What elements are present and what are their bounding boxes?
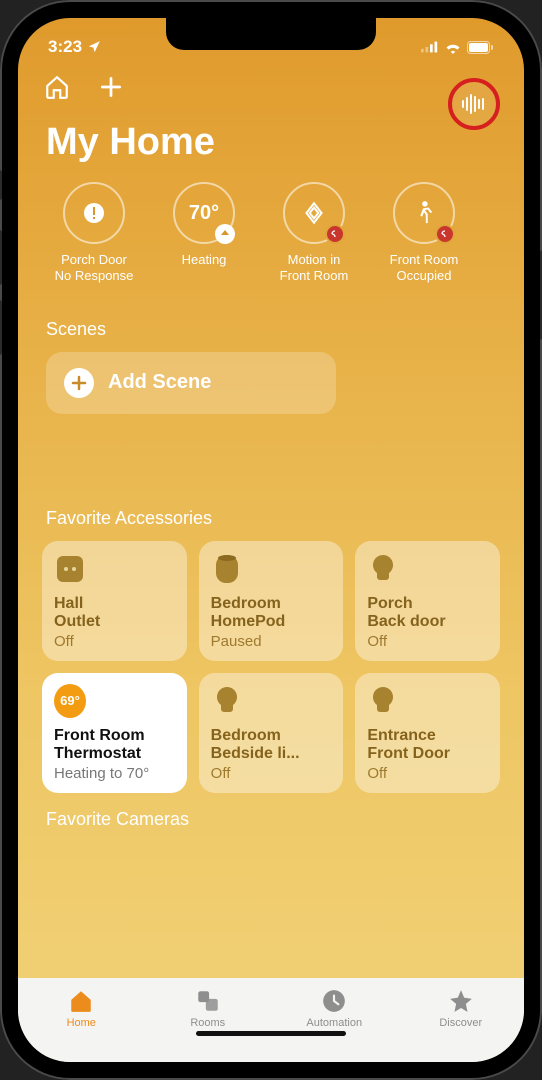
spacer	[18, 414, 524, 502]
plus-circle-icon	[64, 368, 94, 398]
tile-entrance-front-door[interactable]: EntranceFront Door Off	[355, 673, 500, 793]
wifi-icon	[444, 41, 462, 54]
cellular-icon	[421, 41, 439, 53]
home-status-row: Porch DoorNo Response 70° Heating	[18, 182, 524, 313]
status-chip-heating[interactable]: 70° Heating	[156, 182, 252, 285]
tab-home[interactable]: Home	[18, 988, 145, 1029]
tile-front-room-thermostat[interactable]: 69° Front RoomThermostat Heating to 70°	[42, 673, 187, 793]
status-time: 3:23	[48, 37, 82, 57]
tile-hall-outlet[interactable]: HallOutlet Off	[42, 541, 187, 661]
bulb-icon	[367, 685, 399, 717]
motion-icon	[301, 200, 327, 226]
bulb-icon	[367, 553, 399, 585]
waveform-icon	[461, 94, 487, 114]
sensor-badge-icon	[325, 224, 345, 244]
tab-bar: Home Rooms Automation Discover	[18, 978, 524, 1062]
tile-bedroom-bedside[interactable]: BedroomBedside li... Off	[199, 673, 344, 793]
scenes-section-title: Scenes	[18, 313, 524, 352]
favorites-section-title: Favorite Accessories	[18, 502, 524, 541]
thermostat-badge: 69°	[54, 684, 86, 718]
arrow-up-icon	[215, 224, 235, 244]
tab-discover[interactable]: Discover	[398, 988, 525, 1029]
favorites-grid: HallOutlet Off BedroomHomePod Paused Por…	[18, 541, 524, 793]
homepod-icon	[211, 553, 243, 585]
volume-up	[0, 230, 2, 285]
page-title: My Home	[18, 115, 524, 182]
status-chip-occupied[interactable]: Front RoomOccupied	[376, 182, 472, 285]
home-icon[interactable]	[44, 74, 70, 105]
automation-tab-icon	[320, 988, 348, 1014]
sensor-badge-icon	[435, 224, 455, 244]
tab-rooms[interactable]: Rooms	[145, 988, 272, 1029]
battery-icon	[467, 41, 494, 54]
mute-switch	[0, 170, 2, 200]
notch	[166, 18, 376, 50]
add-button[interactable]	[98, 74, 124, 105]
bulb-icon	[211, 685, 243, 717]
status-chip-porch-door[interactable]: Porch DoorNo Response	[46, 182, 142, 285]
location-icon	[87, 40, 101, 54]
cameras-section-title: Favorite Cameras	[18, 793, 524, 836]
phone-frame: 3:23 My Home	[0, 0, 542, 1080]
screen: 3:23 My Home	[18, 18, 524, 1062]
discover-tab-icon	[447, 988, 475, 1014]
thermostat-value: 70°	[189, 202, 219, 225]
outlet-icon	[54, 553, 86, 585]
add-scene-button[interactable]: Add Scene	[46, 352, 336, 414]
person-walk-icon	[413, 200, 435, 226]
add-scene-label: Add Scene	[108, 371, 211, 394]
home-indicator[interactable]	[196, 1031, 346, 1036]
tile-porch-back-door[interactable]: PorchBack door Off	[355, 541, 500, 661]
intercom-button[interactable]	[448, 78, 500, 130]
rooms-tab-icon	[194, 988, 222, 1014]
status-chip-motion[interactable]: Motion inFront Room	[266, 182, 362, 285]
volume-down	[0, 300, 2, 355]
tab-automation[interactable]: Automation	[271, 988, 398, 1029]
alert-icon	[82, 201, 106, 225]
home-tab-icon	[67, 988, 95, 1014]
tile-bedroom-homepod[interactable]: BedroomHomePod Paused	[199, 541, 344, 661]
